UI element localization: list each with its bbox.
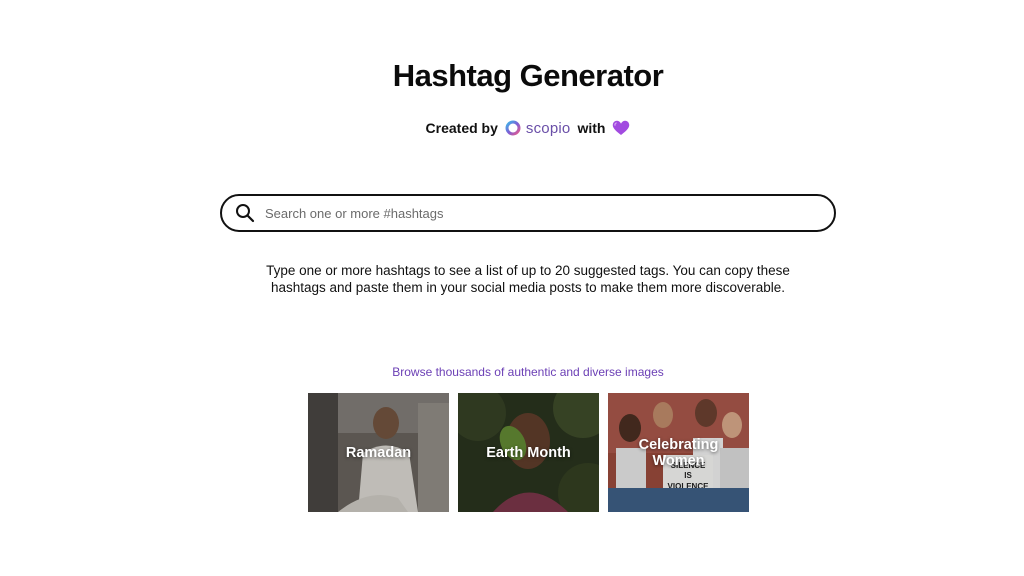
scopio-logo-link[interactable]: scopio [505, 120, 571, 137]
description-text: Type one or more hashtags to see a list … [266, 263, 790, 295]
browse-images-link[interactable]: Browse thousands of authentic and divers… [0, 365, 1024, 379]
credit-line: Created by scopio with [0, 117, 1024, 139]
purple-heart-icon [613, 120, 630, 135]
card-ramadan[interactable]: Ramadan [308, 393, 449, 512]
card-earth-month[interactable]: Earth Month [458, 393, 599, 512]
search-icon[interactable] [235, 203, 255, 223]
search-bar [220, 194, 836, 232]
page: Hashtag Generator Created by scopio with [0, 0, 1024, 576]
page-title: Hashtag Generator [392, 58, 664, 93]
image-cards: Ramadan Earth Month SILENCE IS VIOLENCE … [308, 393, 749, 512]
card-celebrating-women[interactable]: SILENCE IS VIOLENCE Celebrating Women [608, 393, 749, 512]
scopio-brand-name: scopio [525, 119, 571, 137]
credit-suffix: with [577, 120, 606, 136]
card-label: Celebrating Women [638, 436, 719, 469]
search-input[interactable] [265, 198, 805, 228]
card-label: Earth Month [486, 444, 571, 461]
credit-prefix: Created by [425, 120, 498, 136]
scopio-logo-icon [505, 120, 521, 136]
card-label: Ramadan [345, 444, 412, 461]
